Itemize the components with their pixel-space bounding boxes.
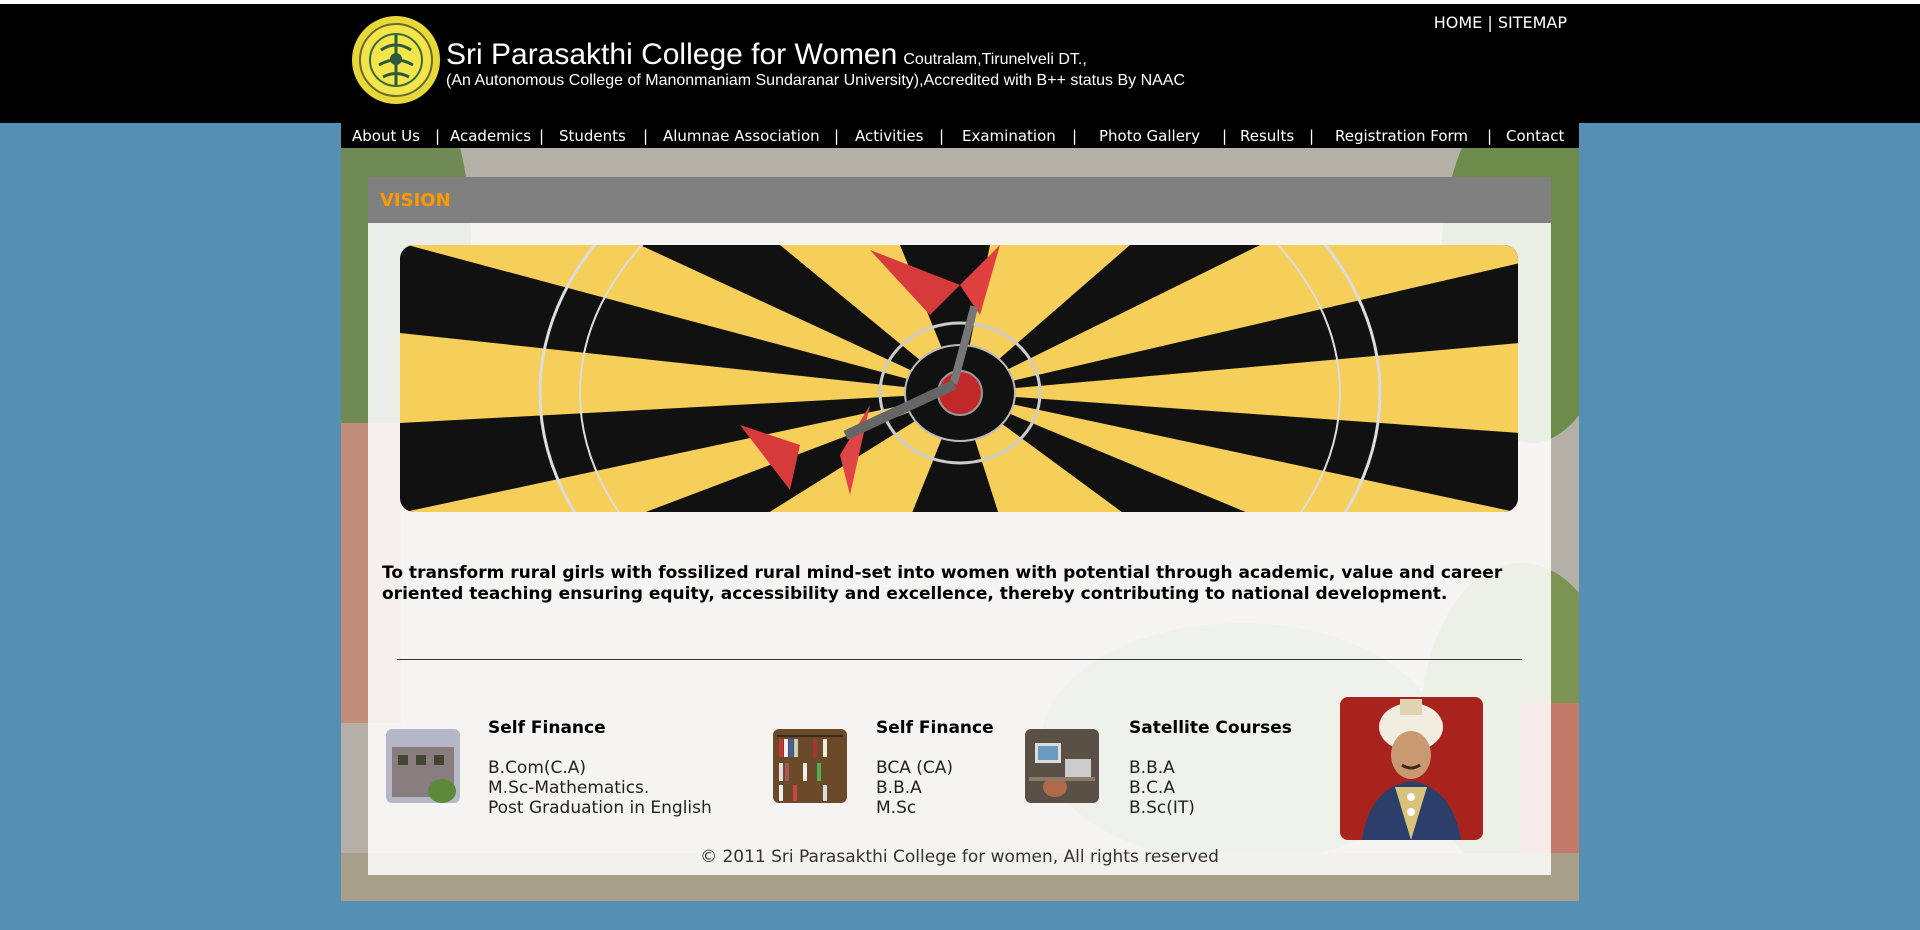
top-link-separator: | [1487, 13, 1493, 32]
course-item: Post Graduation in English [488, 798, 712, 818]
course-item: B.C.A [1129, 778, 1175, 798]
home-link[interactable]: HOME [1434, 13, 1483, 32]
nav-examination[interactable]: Examination [962, 127, 1056, 145]
nav-separator: | [1072, 127, 1078, 145]
course-group-title: Satellite Courses [1129, 718, 1292, 738]
course-item: M.Sc [876, 798, 917, 818]
nav-academics[interactable]: Academics [450, 127, 531, 145]
library-thumbnail-icon [773, 729, 847, 803]
section-divider [397, 659, 1522, 660]
nav-activities[interactable]: Activities [855, 127, 923, 145]
main-panel: About Us | Academics | Students | Alumna… [341, 123, 1579, 901]
course-item: M.Sc-Mathematics. [488, 778, 650, 798]
dartboard-illustration [400, 245, 1518, 512]
nav-separator: | [1487, 127, 1493, 145]
nav-separator: | [1222, 127, 1228, 145]
building-thumbnail-icon [386, 729, 460, 803]
nav-alumnae-association[interactable]: Alumnae Association [663, 127, 820, 145]
founder-portrait [1340, 697, 1483, 840]
course-item: B.Sc(IT) [1129, 798, 1195, 818]
college-logo [352, 16, 440, 104]
vision-title: VISION [380, 190, 451, 211]
nav-students[interactable]: Students [559, 127, 626, 145]
course-group-title: Self Finance [876, 718, 994, 738]
course-group-title: Self Finance [488, 718, 606, 738]
nav-separator: | [939, 127, 945, 145]
top-links: HOME | SITEMAP [1434, 13, 1567, 32]
nav-results[interactable]: Results [1240, 127, 1294, 145]
nav-separator: | [834, 127, 840, 145]
course-item: B.Com(C.A) [488, 758, 587, 778]
site-header: Sri Parasakthi College for Women Coutrala… [0, 4, 1920, 123]
main-nav: About Us | Academics | Students | Alumna… [341, 123, 1579, 148]
header-inner: Sri Parasakthi College for Women Coutrala… [341, 4, 1579, 123]
content-panel: VISION To transform rural girls with fos… [368, 177, 1551, 875]
nav-contact[interactable]: Contact [1506, 127, 1564, 145]
vision-statement: To transform rural girls with fossilized… [382, 563, 1503, 604]
course-item: B.B.A [876, 778, 922, 798]
college-name: Sri Parasakthi College for Women [446, 38, 898, 71]
computer-lab-thumbnail-icon [1025, 729, 1099, 803]
nav-about-us[interactable]: About Us [352, 127, 420, 145]
nav-separator: | [539, 127, 545, 145]
nav-separator: | [643, 127, 649, 145]
dartboard-banner-image [400, 245, 1518, 512]
college-location: Coutralam,Tirunelveli DT., [903, 51, 1087, 68]
college-title: Sri Parasakthi College for Women Coutrala… [446, 38, 1087, 72]
course-item: BCA (CA) [876, 758, 954, 778]
sitemap-link[interactable]: SITEMAP [1498, 13, 1567, 32]
nav-separator: | [1309, 127, 1315, 145]
nav-separator: | [435, 127, 441, 145]
nav-registration-form[interactable]: Registration Form [1335, 127, 1468, 145]
course-item: B.B.A [1129, 758, 1175, 778]
vision-header-bar: VISION [368, 177, 1551, 223]
footer-copyright: © 2011 Sri Parasakthi College for women,… [700, 847, 1219, 867]
nav-photo-gallery[interactable]: Photo Gallery [1099, 127, 1200, 145]
college-subtitle: (An Autonomous College of Manonmaniam Su… [446, 72, 1186, 89]
